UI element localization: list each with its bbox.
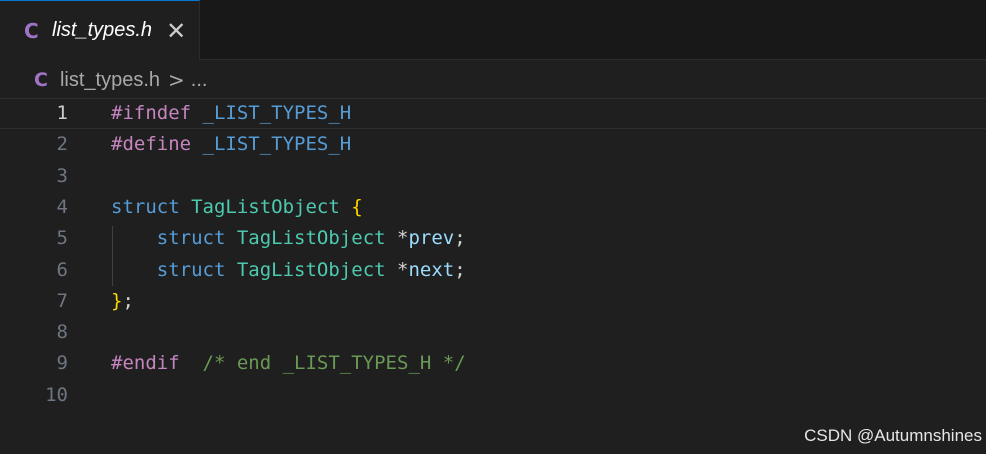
code-line[interactable]: 9 #endif /* end _LIST_TYPES_H */ [0,348,986,379]
code-token: _LIST_TYPES_H [202,102,352,124]
code-line[interactable]: 2 #define _LIST_TYPES_H [0,129,986,160]
tab-label: list_types.h [52,19,153,41]
code-text: struct TagListObject *next; [111,255,466,286]
code-line[interactable]: 3 [0,161,986,192]
breadcrumb-more[interactable]: ... [191,69,208,92]
line-number: 2 [56,133,68,156]
code-token: #define [111,133,192,156]
code-text: struct TagListObject { [111,192,363,223]
line-number: 9 [56,352,68,375]
code-text: #endif /* end _LIST_TYPES_H */ [111,348,466,379]
code-line[interactable]: 4 struct TagListObject { [0,192,986,223]
chevron-right-icon: > [168,68,185,92]
code-token: * [397,227,409,250]
code-line[interactable]: 8 [0,317,986,348]
code-token: /* end _LIST_TYPES_H */ [202,352,466,375]
breadcrumb-file[interactable]: list_types.h [60,69,160,92]
editor-tab-bar: C list_types.h ✕ [0,0,986,60]
watermark: CSDN @Autumnshines [804,426,982,445]
code-token: ; [122,289,134,312]
code-token: #ifndef [111,102,192,124]
code-token: struct [111,195,180,218]
code-text: }; [111,286,134,317]
code-line[interactable]: 5 struct TagListObject *prev; [0,223,986,254]
line-number: 10 [45,383,68,406]
c-file-icon: C [34,69,48,91]
code-token: TagListObject [236,258,386,281]
code-token: ; [454,227,466,250]
close-icon[interactable]: ✕ [166,19,186,43]
code-line[interactable]: 10 [0,380,986,411]
code-line[interactable]: 1 #ifndef _LIST_TYPES_H [0,98,986,129]
code-text: #define _LIST_TYPES_H [111,129,351,160]
code-token: TagListObject [191,195,340,218]
code-token: next [408,258,455,281]
code-token: ; [454,258,466,281]
code-token: * [397,258,409,281]
code-line[interactable]: 6 struct TagListObject *next; [0,255,986,286]
code-token: prev [408,227,455,250]
tab-list-types-h[interactable]: C list_types.h ✕ [0,0,200,60]
breadcrumb: C list_types.h > ... [34,64,207,96]
code-token: { [351,195,363,218]
line-number: 6 [56,258,68,281]
code-token: #endif [111,352,180,375]
code-token: } [111,289,123,312]
line-number: 7 [56,289,68,312]
code-token: TagListObject [236,227,386,250]
line-number: 3 [56,164,68,187]
code-editor[interactable]: 1 #ifndef _LIST_TYPES_H 2 #define _LIST_TYP… [0,98,986,410]
line-number: 4 [56,195,68,218]
code-token: _LIST_TYPES_H [202,133,352,156]
code-token: struct [156,227,226,250]
code-line[interactable]: 7}; [0,286,986,317]
line-number: 8 [56,321,68,344]
code-text: #ifndef _LIST_TYPES_H [111,99,351,128]
code-token: struct [156,258,226,281]
line-number: 1 [56,102,68,124]
line-number: 5 [56,227,68,250]
c-file-icon: C [24,18,39,43]
code-text: struct TagListObject *prev; [111,223,466,254]
